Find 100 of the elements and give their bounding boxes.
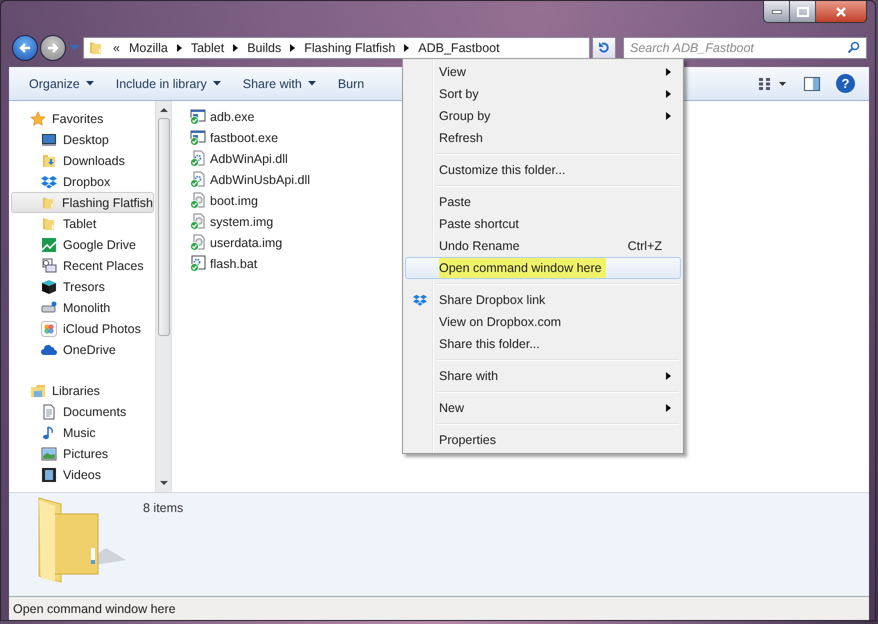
breadcrumb[interactable]: Tablet	[190, 41, 224, 55]
help-button[interactable]: ?	[836, 74, 855, 93]
recent-places-icon	[41, 258, 57, 274]
breadcrumb[interactable]: Builds	[247, 41, 282, 55]
grid-view-icon	[758, 76, 786, 90]
scroll-up-icon[interactable]	[160, 107, 168, 112]
status-text: Open command window here	[13, 602, 176, 616]
chevron-icon[interactable]	[176, 44, 182, 52]
folder-icon	[41, 216, 57, 232]
file-item[interactable]: adb.exe	[190, 106, 254, 127]
scrollbar[interactable]	[155, 101, 171, 492]
search-field[interactable]: Search ADB_Fastboot	[623, 37, 867, 59]
disc-file-icon	[190, 192, 207, 209]
toolbar-button[interactable]: Include in library	[106, 72, 231, 94]
sidebar-item[interactable]: Videos	[11, 464, 154, 485]
scroll-thumb[interactable]	[158, 118, 170, 336]
settings-file-icon	[190, 171, 207, 188]
menu-item[interactable]: Properties	[405, 429, 681, 451]
sidebar-item[interactable]: Recent Places	[11, 255, 154, 276]
close-button[interactable]	[816, 1, 866, 22]
item-count: 8 items	[143, 501, 184, 517]
menu-item[interactable]: Refresh	[405, 127, 681, 149]
sidebar-item[interactable]: Documents	[11, 401, 154, 422]
forward-button[interactable]	[40, 35, 66, 61]
refresh-button[interactable]	[592, 37, 616, 59]
menu-item[interactable]: Share Dropbox link	[405, 289, 681, 311]
menu-item[interactable]: Share this folder...	[405, 333, 681, 355]
menu-item[interactable]: Undo Rename Ctrl+Z	[405, 235, 681, 257]
sidebar-item[interactable]: iCloud Photos	[11, 318, 154, 339]
file-item[interactable]: AdbWinApi.dll	[190, 148, 288, 169]
sidebar-item[interactable]: Flashing Flatfish	[11, 192, 154, 213]
minimize-button[interactable]	[764, 1, 790, 22]
close-icon	[835, 6, 847, 16]
toolbar-button[interactable]: Organize	[19, 72, 104, 94]
folder-icon	[41, 194, 56, 210]
menu-item[interactable]: Paste	[405, 191, 681, 213]
sidebar-item[interactable]: Google Drive	[11, 234, 154, 255]
star-icon	[30, 110, 46, 126]
monitor-icon	[41, 132, 57, 148]
menu-item[interactable]: Group by	[405, 105, 681, 127]
program-file-icon	[190, 108, 207, 125]
maximize-icon	[796, 6, 808, 16]
pane-icon	[804, 76, 820, 90]
menu-item[interactable]: New	[405, 397, 681, 419]
file-item[interactable]: boot.img	[190, 190, 258, 211]
breadcrumb[interactable]: Flashing Flatfish	[304, 41, 396, 55]
sidebar-item[interactable]: OneDrive	[11, 339, 154, 360]
search-icon	[847, 41, 860, 54]
address-bar[interactable]: « Mozilla Tablet Builds Flashing Flatfish ADB_Fastboot	[83, 37, 590, 59]
sidebar-item[interactable]: Dropbox	[11, 171, 154, 192]
toolbar-button[interactable]: Share with	[232, 72, 326, 94]
sidebar-item[interactable]: Desktop	[11, 129, 154, 150]
film-icon	[41, 466, 57, 482]
menu-item[interactable]: Customize this folder...	[405, 159, 681, 181]
shortcut-label: Ctrl+Z	[628, 239, 662, 253]
chart-icon	[41, 236, 57, 252]
program-file-icon	[190, 129, 207, 146]
file-item[interactable]: system.img	[190, 211, 274, 232]
library-icon	[30, 382, 46, 398]
sidebar-item[interactable]: Tresors	[11, 276, 154, 297]
menu-item[interactable]: Open command window here	[405, 257, 681, 279]
sidebar-item[interactable]: Monolith	[11, 297, 154, 318]
preview-pane-button[interactable]	[802, 74, 822, 92]
file-item[interactable]: userdata.img	[190, 232, 282, 253]
menu-item[interactable]: Share with	[405, 365, 681, 387]
sidebar-item[interactable]: Tablet	[11, 213, 154, 234]
file-item[interactable]: AdbWinUsbApi.dll	[190, 169, 310, 190]
folder-icon	[88, 40, 104, 56]
sidebar-item[interactable]: Pictures	[11, 443, 154, 464]
chevron-icon[interactable]	[404, 44, 410, 52]
menu-item[interactable]: View	[405, 61, 681, 83]
menu-item[interactable]: Paste shortcut	[405, 213, 681, 235]
nav-group[interactable]: Favorites	[9, 108, 155, 129]
scroll-down-icon[interactable]	[160, 481, 168, 486]
batch-file-icon	[190, 255, 207, 272]
file-item[interactable]: flash.bat	[190, 253, 258, 274]
sidebar-item[interactable]: Music	[11, 422, 154, 443]
disc-file-icon	[190, 234, 207, 251]
nav-group[interactable]: Libraries	[9, 380, 155, 401]
breadcrumb[interactable]: Mozilla	[128, 41, 168, 55]
sidebar-item[interactable]: Downloads	[11, 150, 154, 171]
dropbox-icon	[413, 293, 427, 307]
chevron-icon[interactable]	[233, 44, 238, 52]
maximize-button[interactable]	[790, 1, 816, 22]
menu-item[interactable]: Sort by	[405, 83, 681, 105]
settings-file-icon	[190, 150, 207, 167]
toolbar-button[interactable]: Burn	[328, 72, 374, 94]
dropbox-icon	[41, 174, 57, 190]
disc-file-icon	[190, 213, 207, 230]
overflow-chevron[interactable]: «	[113, 41, 120, 55]
menu-item[interactable]: View on Dropbox.com	[405, 311, 681, 333]
folder-icon	[41, 152, 57, 168]
document-icon	[41, 404, 57, 420]
chevron-icon[interactable]	[290, 44, 296, 52]
file-item[interactable]: fastboot.exe	[190, 127, 278, 148]
drive-icon	[41, 300, 57, 316]
photos-icon	[41, 320, 57, 336]
breadcrumb[interactable]: ADB_Fastboot	[418, 41, 500, 55]
back-button[interactable]	[12, 35, 38, 61]
forward-arrow-icon	[46, 41, 60, 55]
